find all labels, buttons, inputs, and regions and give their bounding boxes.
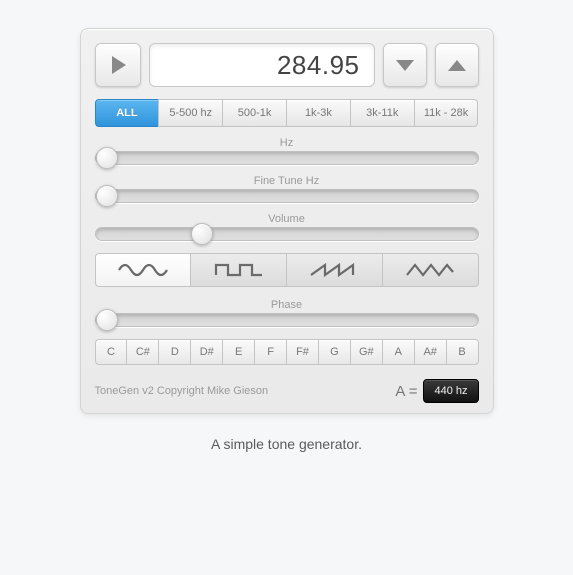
copyright-text: ToneGen v2 Copyright Mike Gieson (95, 385, 269, 397)
range-tab-1[interactable]: 5-500 hz (158, 99, 222, 127)
chevron-up-icon (448, 60, 466, 71)
freq-step-up-button[interactable] (435, 43, 479, 87)
hz-slider-thumb[interactable] (96, 147, 118, 169)
volume-slider-group: Volume (95, 213, 479, 241)
play-icon (112, 56, 126, 74)
sawtooth-wave-icon (309, 262, 359, 278)
phase-slider-label: Phase (95, 299, 479, 311)
note-F-button[interactable]: F (254, 339, 286, 365)
note-D-button[interactable]: D (158, 339, 190, 365)
note-A-button[interactable]: A (382, 339, 414, 365)
caption: A simple tone generator. (211, 436, 362, 452)
triangle-wave-icon (405, 262, 455, 278)
waveform-sawtooth-button[interactable] (286, 253, 382, 287)
sine-wave-icon (118, 262, 168, 278)
waveform-square-button[interactable] (190, 253, 286, 287)
tone-generator-panel: 284.95 ALL5-500 hz500-1k1k-3k3k-11k11k -… (80, 28, 494, 414)
chevron-down-icon (396, 60, 414, 71)
note-C-button[interactable]: C (95, 339, 127, 365)
note-E-button[interactable]: E (222, 339, 254, 365)
range-tab-5[interactable]: 11k - 28k (414, 99, 479, 127)
phase-slider[interactable] (95, 313, 479, 327)
top-controls: 284.95 (95, 43, 479, 87)
note-G-button[interactable]: G (318, 339, 350, 365)
frequency-range-tabs: ALL5-500 hz500-1k1k-3k3k-11k11k - 28k (95, 99, 479, 127)
note-Gsharp-button[interactable]: G# (350, 339, 382, 365)
hz-slider-label: Hz (95, 137, 479, 149)
fine-tune-slider[interactable] (95, 189, 479, 203)
note-Asharp-button[interactable]: A# (414, 339, 446, 365)
phase-slider-thumb[interactable] (96, 309, 118, 331)
note-B-button[interactable]: B (446, 339, 479, 365)
a-tuning-value[interactable]: 440 hz (423, 379, 478, 403)
note-selector: CC#DD#EFF#GG#AA#B (95, 339, 479, 365)
waveform-sine-button[interactable] (95, 253, 191, 287)
panel-footer: ToneGen v2 Copyright Mike Gieson A = 440… (95, 379, 479, 403)
volume-slider-label: Volume (95, 213, 479, 225)
square-wave-icon (214, 262, 264, 278)
range-tab-3[interactable]: 1k-3k (286, 99, 350, 127)
freq-step-down-button[interactable] (383, 43, 427, 87)
range-tab-0[interactable]: ALL (95, 99, 159, 127)
a-tuning-label: A = (395, 383, 417, 400)
fine-slider-label: Fine Tune Hz (95, 175, 479, 187)
hz-slider[interactable] (95, 151, 479, 165)
phase-slider-group: Phase (95, 299, 479, 327)
fine-slider-group: Fine Tune Hz (95, 175, 479, 203)
fine-tune-slider-thumb[interactable] (96, 185, 118, 207)
note-Dsharp-button[interactable]: D# (190, 339, 222, 365)
range-tab-2[interactable]: 500-1k (222, 99, 286, 127)
waveform-triangle-button[interactable] (382, 253, 479, 287)
hz-slider-group: Hz (95, 137, 479, 165)
range-tab-4[interactable]: 3k-11k (350, 99, 414, 127)
frequency-display[interactable]: 284.95 (149, 43, 375, 87)
note-Csharp-button[interactable]: C# (126, 339, 158, 365)
volume-slider-thumb[interactable] (191, 223, 213, 245)
waveform-selector (95, 253, 479, 287)
volume-slider[interactable] (95, 227, 479, 241)
note-Fsharp-button[interactable]: F# (286, 339, 318, 365)
a-tuning-group: A = 440 hz (395, 379, 478, 403)
play-button[interactable] (95, 43, 141, 87)
